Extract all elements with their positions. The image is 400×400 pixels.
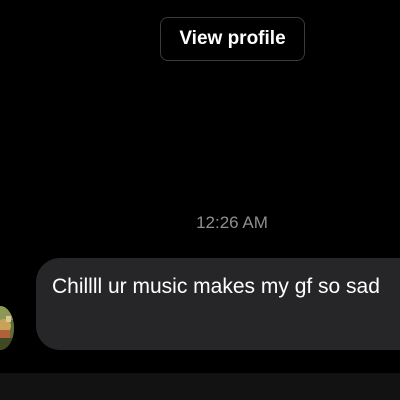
message-composer-bar[interactable] — [0, 373, 400, 400]
message-bubble[interactable]: Chillll ur music makes my gf so sad — [36, 258, 400, 350]
avatar[interactable] — [0, 306, 14, 350]
avatar-photo-icon — [0, 306, 14, 350]
view-profile-button[interactable]: View profile — [160, 17, 305, 61]
message-text: Chillll ur music makes my gf so sad — [52, 275, 380, 298]
message-timestamp: 12:26 AM — [196, 213, 268, 232]
message-thread-screen: View profile 12:26 AM Chillll ur music m… — [0, 0, 400, 400]
